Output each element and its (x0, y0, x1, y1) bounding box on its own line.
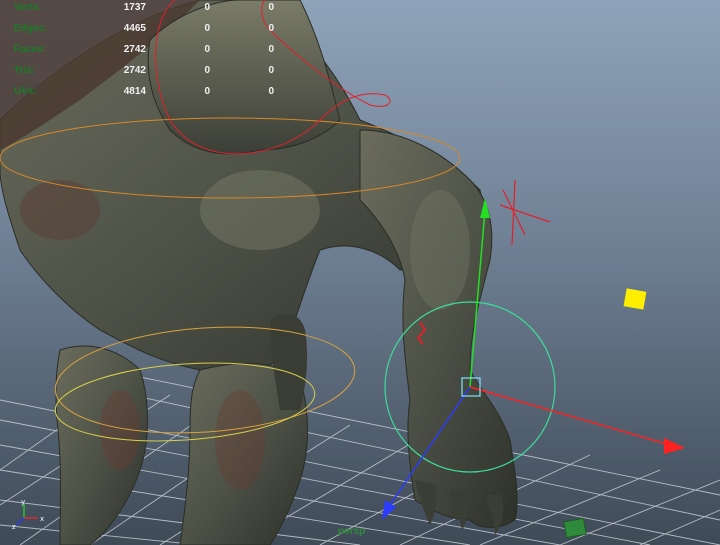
axis-x-label: x (40, 515, 44, 523)
locator-green (563, 517, 587, 539)
hud-value: 0 (204, 86, 210, 97)
hud-row-uvs: UVs: 4814 0 0 (14, 84, 274, 105)
maya-viewport[interactable]: Verts: 1737 0 0 Edges: 4465 0 0 Faces: 2… (0, 0, 720, 545)
hud-label: Tris: (14, 65, 36, 76)
view-axis-indicator: y x z (12, 498, 44, 530)
hud-value: 0 (204, 2, 210, 13)
hud-value: 4814 (123, 86, 146, 97)
camera-name-label: persp (338, 526, 366, 537)
x-axis-arrow (664, 438, 685, 454)
hud-value: 0 (268, 2, 274, 13)
hud-value: 0 (204, 23, 210, 34)
axis-z-label: z (12, 523, 16, 530)
hud-value: 0 (204, 44, 210, 55)
hud-label: Faces: (14, 44, 46, 55)
axis-y-label: y (21, 498, 25, 506)
hud-value: 0 (204, 65, 210, 76)
hud-value: 0 (268, 23, 274, 34)
hud-value: 0 (268, 65, 274, 76)
hud-label: Verts: (14, 2, 42, 13)
z-axis-arrow (382, 500, 396, 520)
hud-row-faces: Faces: 2742 0 0 (14, 42, 274, 63)
hud-value: 4465 (123, 23, 146, 34)
poly-count-hud: Verts: 1737 0 0 Edges: 4465 0 0 Faces: 2… (14, 0, 274, 105)
hud-value: 0 (268, 86, 274, 97)
hud-value: 2742 (123, 65, 146, 76)
hud-value: 1737 (123, 2, 146, 13)
elbow-pole-marker (499, 179, 551, 246)
hud-row-tris: Tris: 2742 0 0 (14, 63, 274, 84)
hud-row-edges: Edges: 4465 0 0 (14, 21, 274, 42)
hud-label: UVs: (14, 86, 37, 97)
hud-value: 2742 (123, 44, 146, 55)
locator-yellow (623, 288, 647, 310)
hud-row-verts: Verts: 1737 0 0 (14, 0, 274, 21)
hud-label: Edges: (14, 23, 48, 34)
hud-value: 0 (268, 44, 274, 55)
